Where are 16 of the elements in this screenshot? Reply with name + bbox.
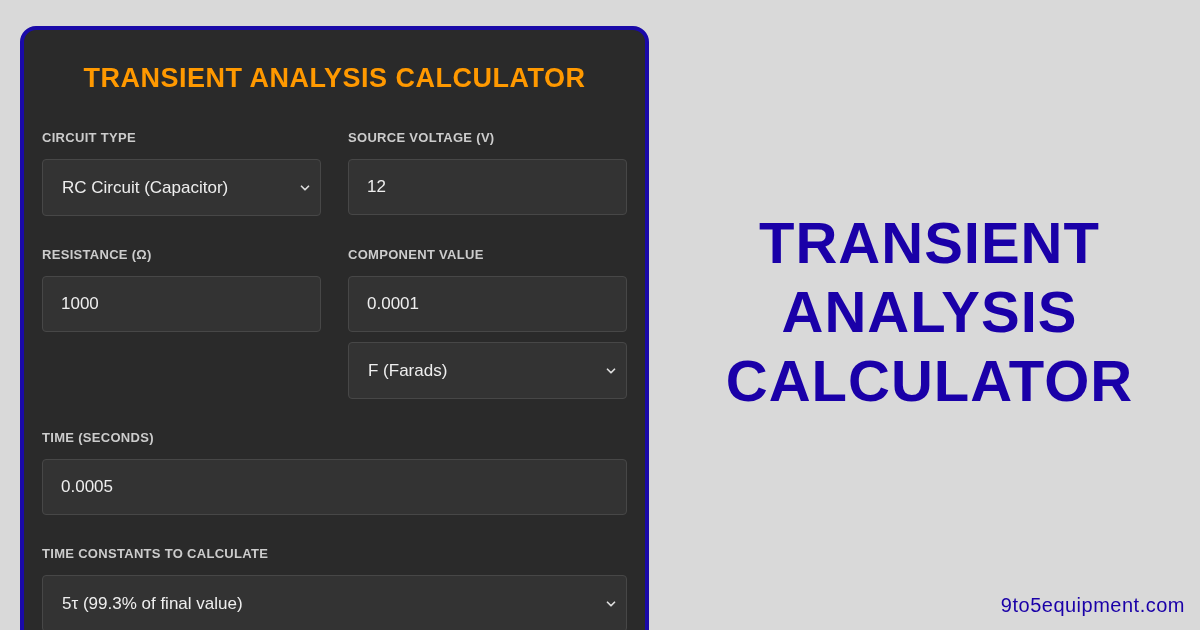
dropdown[interactable]: RC Circuit (Capacitor) <box>42 159 321 216</box>
calculator-title: TRANSIENT ANALYSIS CALCULATOR <box>82 62 587 95</box>
field-label: COMPONENT VALUE <box>348 247 485 263</box>
input-field[interactable]: 1000 <box>42 276 321 332</box>
headline: TRANSIENT ANALYSIS CALCULATOR <box>725 209 1134 415</box>
field-label: CIRCUIT TYPE <box>42 130 137 146</box>
dropdown[interactable]: F (Farads) <box>348 342 627 399</box>
input-field[interactable]: 0.0005 <box>42 459 627 515</box>
input-field[interactable]: 0.0001 <box>348 276 627 332</box>
dropdown[interactable]: 5τ (99.3% of final value) <box>42 575 627 630</box>
field-label: RESISTANCE (Ω) <box>42 247 153 263</box>
field-label: SOURCE VOLTAGE (V) <box>348 130 496 146</box>
field-label: TIME CONSTANTS TO CALCULATE <box>42 546 270 562</box>
site-address: 9to5equipment.com <box>1000 593 1185 618</box>
field-label: TIME (SECONDS) <box>42 430 155 446</box>
input-field[interactable]: 12 <box>348 159 627 215</box>
